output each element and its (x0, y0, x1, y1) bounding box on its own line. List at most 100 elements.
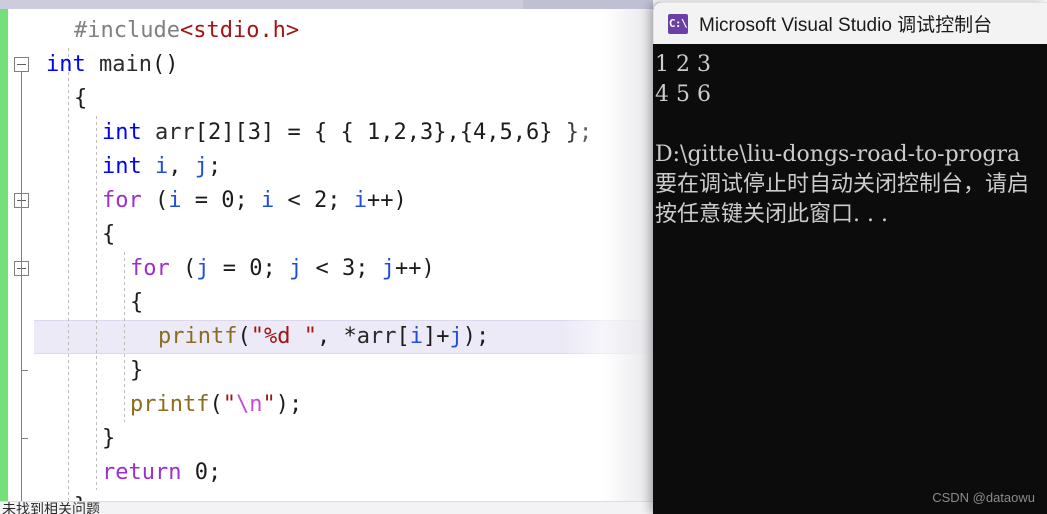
code-token: 3 (419, 120, 434, 145)
code-token: ; (234, 188, 261, 213)
console-window-title: Microsoft Visual Studio 调试控制台 (699, 15, 993, 36)
indent-guide (96, 116, 97, 490)
code-token: , (168, 154, 195, 179)
code-line[interactable]: printf("%d ", *arr[i]+j); (34, 320, 653, 354)
code-token: printf (158, 324, 238, 349)
code-line[interactable]: { (34, 218, 653, 252)
command-prompt-icon: C:\ (668, 13, 688, 34)
code-token: ; (327, 188, 354, 213)
code-token: ]+ (422, 324, 450, 349)
code-line[interactable]: return 0; (34, 456, 653, 490)
code-token: , (512, 120, 526, 145)
code-token: ][ (221, 120, 248, 145)
code-token: i (409, 324, 423, 349)
fold-guide-line (21, 276, 22, 344)
fold-collapse-icon[interactable] (14, 57, 29, 72)
code-token: ; (208, 154, 222, 179)
code-token: printf (130, 392, 210, 417)
code-editor[interactable]: #include<stdio.h> int main(){int arr[2][3… (0, 0, 653, 514)
editor-horizontal-scrollbar[interactable] (0, 0, 653, 9)
console-output[interactable]: 1 2 3 4 5 6 D:\gitte\liu-dongs-road-to-pr… (653, 44, 1047, 514)
code-token: "%d " (250, 324, 317, 349)
watermark: CSDN @dataowu (932, 490, 1035, 505)
code-token: ; (207, 460, 222, 485)
code-line[interactable]: } (34, 422, 653, 456)
outlining-margin[interactable] (8, 9, 34, 514)
code-token: arr (356, 324, 397, 349)
code-token: = (209, 256, 250, 281)
code-line[interactable]: for (i = 0; i < 2; i++) (34, 184, 653, 218)
code-token: for (130, 256, 170, 281)
code-token: 2 (314, 188, 328, 213)
code-token: 4 (472, 120, 487, 145)
code-token: i (155, 154, 169, 179)
code-token: #include (74, 18, 180, 43)
code-token: [ (396, 324, 410, 349)
ide-bottom-strip: 未找到相关问题 (0, 501, 653, 514)
code-token: < (274, 188, 314, 213)
code-token: , * (316, 324, 357, 349)
code-token: ); (275, 392, 303, 417)
code-token: " (222, 392, 236, 417)
code-token: 2 (208, 120, 222, 145)
scrollbar-thumb[interactable] (523, 0, 653, 9)
code-token: ( (169, 256, 197, 281)
code-token: i (168, 188, 182, 213)
code-token: int (102, 154, 142, 179)
code-token: , (486, 120, 500, 145)
code-token: } }; (539, 120, 593, 145)
console-line: 1 2 3 (655, 52, 711, 77)
code-token: ; (355, 256, 382, 281)
code-token: 1 (366, 120, 381, 145)
console-line: 按任意键关闭此窗口. . . (655, 202, 888, 227)
indent-guide (124, 252, 125, 422)
code-line[interactable]: int i, j; (34, 150, 653, 184)
code-token: ( (141, 188, 169, 213)
code-token: i (353, 188, 367, 213)
code-token: return (102, 460, 182, 485)
indent-guide (68, 48, 69, 514)
fold-end-marker (21, 438, 28, 439)
code-line[interactable]: #include<stdio.h> (34, 14, 653, 48)
code-token: { (102, 222, 116, 247)
code-token: 0 (194, 460, 208, 485)
code-surface[interactable]: #include<stdio.h> int main(){int arr[2][3… (34, 9, 653, 514)
code-token: } (102, 426, 116, 451)
code-token: arr (155, 120, 195, 145)
code-line[interactable]: int arr[2][3] = { { 1,2,3},{4,5,6} }; (34, 116, 653, 150)
change-tracking-bar (0, 9, 8, 502)
code-token: j (289, 256, 303, 281)
code-token: ( (209, 392, 223, 417)
code-token: 2 (393, 120, 407, 145)
code-token: () (151, 52, 179, 77)
code-token: ; (262, 256, 289, 281)
code-token: 0 (221, 188, 235, 213)
code-token: i (261, 188, 275, 213)
code-line[interactable]: { (34, 286, 653, 320)
code-token: ++) (395, 256, 435, 281)
code-line[interactable]: printf("\n"); (34, 388, 653, 422)
code-token: ); (462, 324, 490, 349)
command-prompt-icon-glyph: C:\ (668, 17, 688, 30)
code-line[interactable]: int main() (34, 48, 653, 82)
code-line[interactable]: } (34, 354, 653, 388)
code-line[interactable]: { (34, 82, 653, 116)
console-line: D:\gitte\liu-dongs-road-to-progra (655, 142, 1021, 167)
code-token: = (181, 188, 222, 213)
bottom-strip-text: 未找到相关问题 (2, 502, 100, 514)
code-token: },{ (433, 120, 473, 145)
code-token: \n (235, 392, 263, 417)
debug-console-window[interactable]: C:\ Microsoft Visual Studio 调试控制台 1 2 3 4… (653, 2, 1047, 514)
code-token: < (302, 256, 342, 281)
code-token: , (380, 120, 394, 145)
code-token: int (46, 52, 86, 77)
fold-end-marker (21, 370, 28, 371)
code-token: main (99, 52, 152, 77)
code-token: j (449, 324, 463, 349)
code-token: " (262, 392, 276, 417)
code-line[interactable]: for (j = 0; j < 3; j++) (34, 252, 653, 286)
console-title-bar[interactable]: C:\ Microsoft Visual Studio 调试控制台 (653, 2, 1047, 44)
